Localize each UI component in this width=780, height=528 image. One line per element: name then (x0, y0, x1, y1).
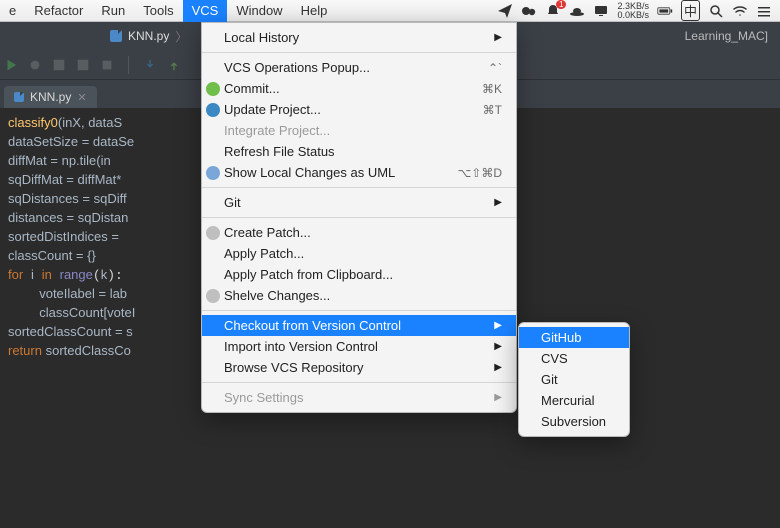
close-icon[interactable]: ✕ (77, 91, 86, 104)
menu-item-icon (206, 289, 220, 303)
display-icon[interactable] (593, 3, 609, 19)
spotlight-icon[interactable] (708, 3, 724, 19)
python-file-icon (14, 92, 24, 102)
menu-item[interactable]: Shelve Changes... (202, 285, 516, 306)
submenu-item-label: GitHub (541, 330, 615, 345)
menu-item[interactable]: Checkout from Version Control ▶ (202, 315, 516, 336)
submenu-arrow-icon: ▶ (494, 341, 502, 352)
menu-item[interactable]: Git ▶ (202, 192, 516, 213)
menu-item-label: Browse VCS Repository (224, 360, 474, 375)
submenu-item-label: Git (541, 372, 615, 387)
wechat-icon[interactable] (521, 3, 537, 19)
breadcrumb-filename: KNN.py (128, 29, 169, 43)
breadcrumb-file[interactable]: KNN.py 〉 (110, 28, 187, 45)
menu-item-shortcut: ⌘K (482, 82, 502, 96)
vcs-dropdown-menu: Local History ▶ VCS Operations Popup... ⌃` C… (201, 22, 517, 413)
menu-extra-icon[interactable] (756, 3, 772, 19)
menu-item: Sync Settings ▶ (202, 387, 516, 408)
menu-item[interactable]: Local History ▶ (202, 27, 516, 48)
menu-item[interactable]: Apply Patch from Clipboard... (202, 264, 516, 285)
python-file-icon (110, 30, 122, 42)
menu-item-label: Import into Version Control (224, 339, 474, 354)
hat-icon[interactable] (569, 3, 585, 19)
menu-item[interactable]: Update Project... ⌘T (202, 99, 516, 120)
menu-item-label: Local History (224, 30, 474, 45)
menu-item[interactable]: Apply Patch... (202, 243, 516, 264)
menu-item[interactable]: Show Local Changes as UML ⌥⇧⌘D (202, 162, 516, 183)
menu-item[interactable]: Create Patch... (202, 222, 516, 243)
menu-item[interactable]: Commit... ⌘K (202, 78, 516, 99)
paper-plane-icon[interactable] (497, 3, 513, 19)
menu-item-icon (206, 82, 220, 96)
menu-item[interactable]: Refresh File Status (202, 141, 516, 162)
menu-item-label: Sync Settings (224, 390, 474, 405)
mac-menubar: e Refactor Run Tools VCS Window Help 1 2… (0, 0, 780, 22)
menu-item-icon (206, 166, 220, 180)
menu-item-label: Apply Patch... (224, 246, 502, 261)
menu-item-label: Git (224, 195, 474, 210)
menu-item-icon (206, 103, 220, 117)
menubar-item-help[interactable]: Help (292, 0, 337, 22)
vcs-commit-icon[interactable] (167, 58, 181, 72)
editor-tab[interactable]: KNN.py ✕ (4, 86, 97, 108)
submenu-item-label: Mercurial (541, 393, 615, 408)
menu-item: Integrate Project... (202, 120, 516, 141)
vcs-update-icon[interactable] (143, 58, 157, 72)
submenu-arrow-icon: ▶ (494, 392, 502, 403)
menu-item-label: Refresh File Status (224, 144, 502, 159)
menubar-item-window[interactable]: Window (227, 0, 291, 22)
submenu-item[interactable]: GitHub (519, 327, 629, 348)
menu-item-label: Apply Patch from Clipboard... (224, 267, 502, 282)
menubar-status-area: 1 2.3KB/s 0.0KB/s 中 (497, 0, 780, 21)
menu-item-shortcut: ⌃` (488, 61, 502, 75)
menu-item-shortcut: ⌥⇧⌘D (457, 166, 502, 180)
submenu-item-label: Subversion (541, 414, 615, 429)
menu-item-icon (206, 226, 220, 240)
breadcrumb-tail: Learning_MAC] (685, 29, 780, 43)
stop-icon[interactable] (100, 58, 114, 72)
menubar-item-tools[interactable]: Tools (134, 0, 182, 22)
submenu-item-label: CVS (541, 351, 615, 366)
run-icon[interactable] (4, 58, 18, 72)
debug-icon[interactable] (28, 58, 42, 72)
menu-item[interactable]: Import into Version Control ▶ (202, 336, 516, 357)
toolbar-icon[interactable] (76, 58, 90, 72)
battery-icon[interactable] (657, 3, 673, 19)
menu-item-label: Shelve Changes... (224, 288, 502, 303)
menubar-item-vcs[interactable]: VCS (183, 0, 228, 22)
submenu-arrow-icon: ▶ (494, 320, 502, 331)
submenu-item[interactable]: CVS (519, 348, 629, 369)
notification-badge: 1 (556, 0, 566, 9)
wifi-icon[interactable] (732, 3, 748, 19)
submenu-arrow-icon: ▶ (494, 32, 502, 43)
menubar-item-refactor[interactable]: Refactor (25, 0, 92, 22)
submenu-item[interactable]: Subversion (519, 411, 629, 432)
menu-item-label: Checkout from Version Control (224, 318, 474, 333)
checkout-submenu: GitHub CVS Git Mercurial Subversion (518, 322, 630, 437)
menubar-item[interactable]: e (0, 0, 25, 22)
menu-item-label: Commit... (224, 81, 462, 96)
menu-item-label: VCS Operations Popup... (224, 60, 468, 75)
submenu-arrow-icon: ▶ (494, 362, 502, 373)
bell-icon[interactable]: 1 (545, 3, 561, 19)
submenu-item[interactable]: Git (519, 369, 629, 390)
menu-item[interactable]: Browse VCS Repository ▶ (202, 357, 516, 378)
submenu-arrow-icon: ▶ (494, 197, 502, 208)
menu-item-shortcut: ⌘T (483, 103, 502, 117)
menubar-item-run[interactable]: Run (92, 0, 134, 22)
menu-item-label: Show Local Changes as UML (224, 165, 437, 180)
network-speed: 2.3KB/s 0.0KB/s (617, 2, 649, 20)
menu-item-label: Update Project... (224, 102, 463, 117)
toolbar-icon[interactable] (52, 58, 66, 72)
submenu-item[interactable]: Mercurial (519, 390, 629, 411)
menu-item-label: Create Patch... (224, 225, 502, 240)
editor-tab-label: KNN.py (30, 90, 71, 104)
menu-item-label: Integrate Project... (224, 123, 502, 138)
input-method-icon[interactable]: 中 (681, 0, 700, 21)
menu-item[interactable]: VCS Operations Popup... ⌃` (202, 57, 516, 78)
